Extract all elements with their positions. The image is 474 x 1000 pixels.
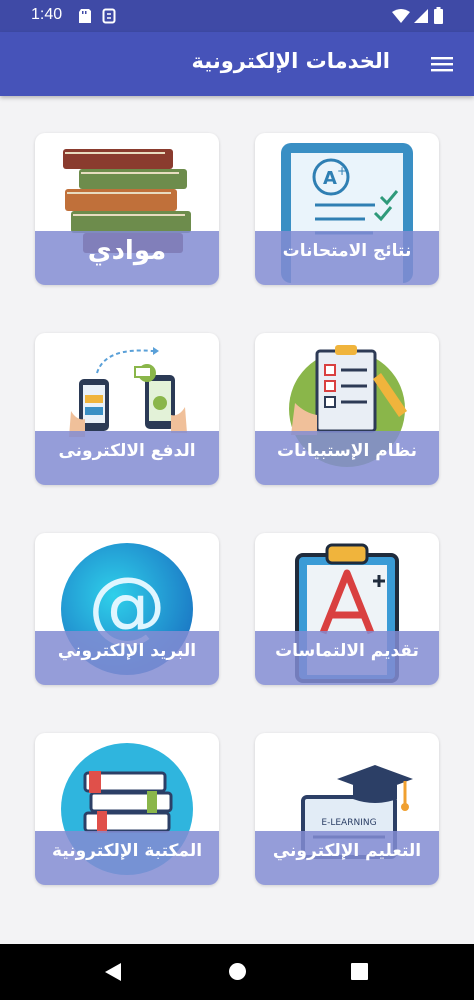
wifi-icon <box>392 9 410 23</box>
e-learning-screen-text: E-LEARNING <box>321 818 376 828</box>
home-circle-icon[interactable] <box>228 962 247 981</box>
card-label: موادي <box>87 236 167 266</box>
card-e-library[interactable]: المكتبة الإلكترونية <box>35 733 219 885</box>
card-label: المكتبة الإلكترونية <box>51 841 203 861</box>
card-label: البريد الإلكتروني <box>57 641 197 661</box>
card-label: تقديم الالتماسات <box>275 641 419 661</box>
card-my-materials[interactable]: موادي <box>35 133 219 285</box>
card-label: نظام الإستبيانات <box>277 441 417 461</box>
signal-icon <box>414 9 428 23</box>
card-survey-system[interactable]: نظام الإستبيانات <box>255 333 439 485</box>
page-title: الخدمات الإلكترونية <box>191 49 390 73</box>
card-label: الدفع الالكترونى <box>58 441 196 461</box>
recents-square-icon[interactable] <box>351 963 368 980</box>
status-bar: 1:40 <box>0 0 474 32</box>
card-petitions[interactable]: تقديم الالتماسات <box>255 533 439 685</box>
status-time: 1:40 <box>31 6 63 23</box>
card-e-learning[interactable]: E-LEARNING التعليم الإلكتروني <box>255 733 439 885</box>
svg-text:A: A <box>323 168 337 189</box>
back-triangle-icon[interactable] <box>104 962 122 982</box>
sd-card-icon <box>79 9 91 23</box>
card-label: نتائج الامتحانات <box>282 241 412 261</box>
card-label: التعليم الإلكتروني <box>272 841 422 861</box>
svg-text:+: + <box>337 164 347 178</box>
hamburger-menu-icon[interactable] <box>430 54 454 74</box>
app-bar: الخدمات الإلكترونية <box>0 32 474 96</box>
card-email[interactable]: @ البريد الإلكتروني <box>35 533 219 685</box>
sync-icon <box>102 8 116 24</box>
card-e-payment[interactable]: الدفع الالكترونى <box>35 333 219 485</box>
system-nav-bar <box>0 944 474 1000</box>
card-exam-results[interactable]: A + نتائج الامتحانات <box>255 133 439 285</box>
battery-icon <box>434 7 443 24</box>
